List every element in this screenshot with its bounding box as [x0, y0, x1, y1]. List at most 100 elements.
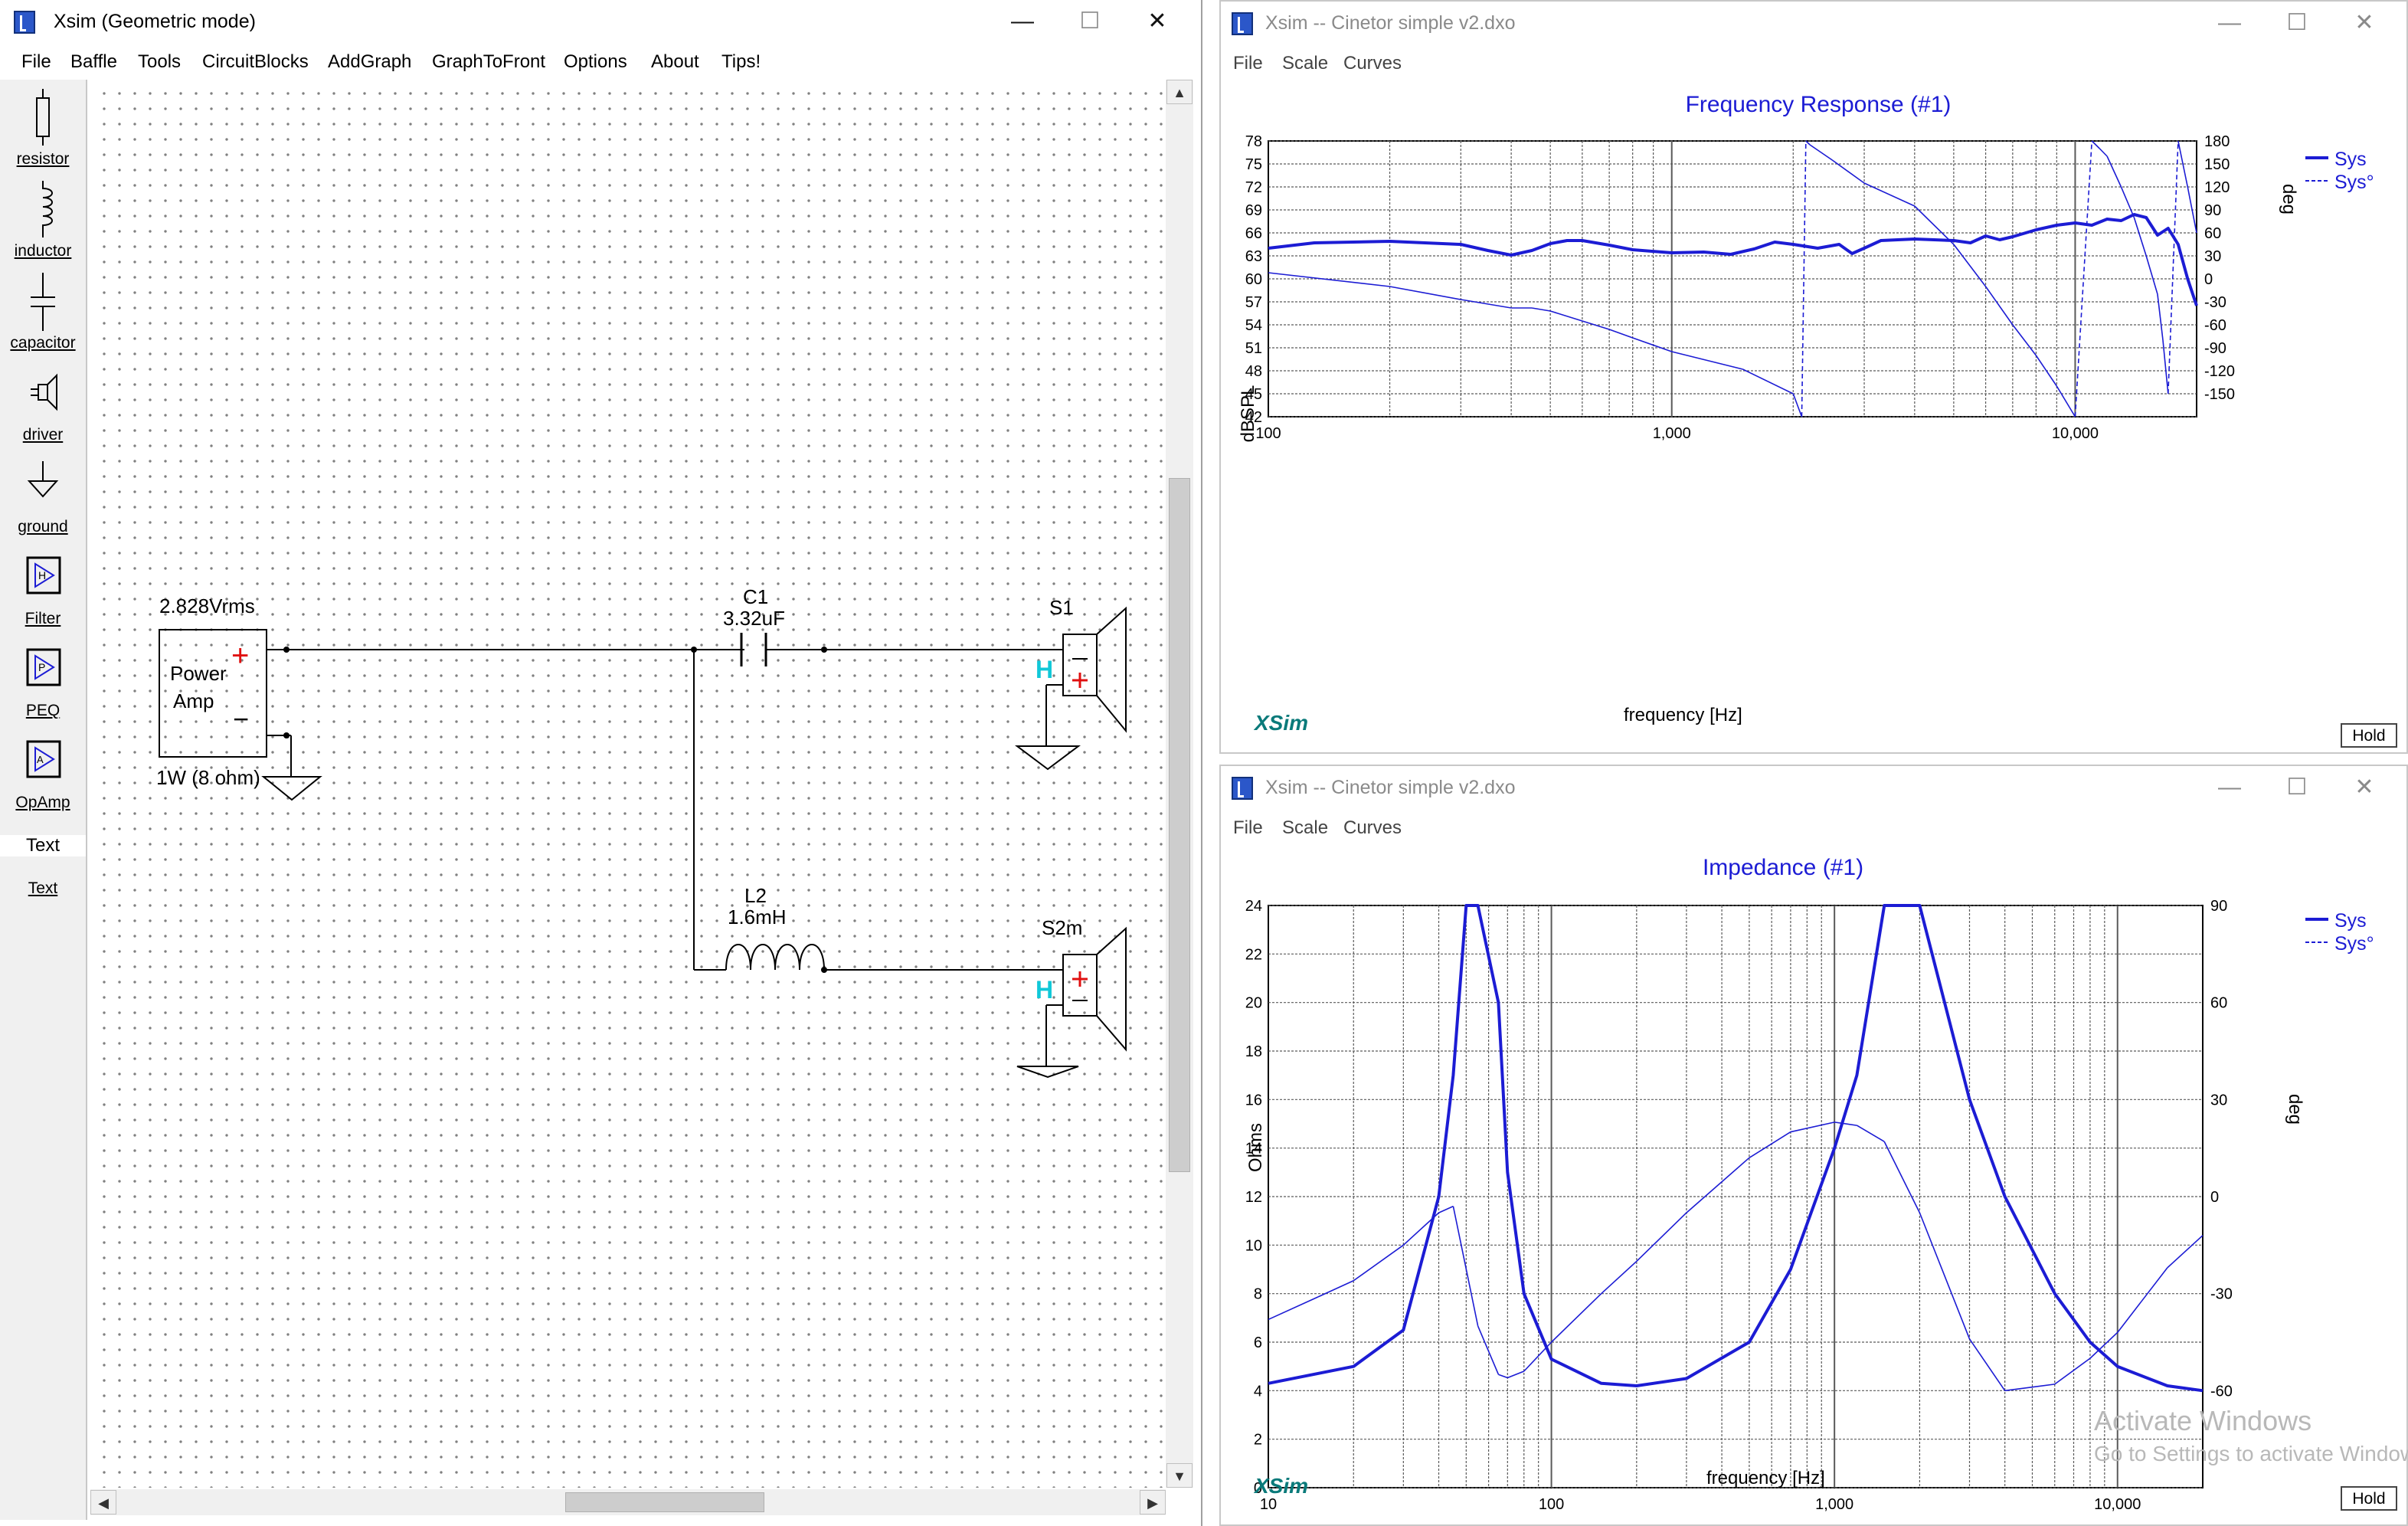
imp-maximize-button[interactable]: ☐ [2270, 771, 2324, 804]
amp-minus-sign: − [233, 703, 250, 735]
imp-legend-sys: Sys [2334, 910, 2367, 932]
tool-resistor[interactable]: resistor [0, 87, 86, 173]
freq-y-tick-label: 60 [1245, 271, 1262, 288]
freq-y-tick-label: 75 [1245, 156, 1262, 173]
imp-y-tick-label: 2 [1254, 1432, 1262, 1449]
imp-xsim-brand: XSim [1255, 1474, 1309, 1498]
imp-y2-tick-label: 60 [2210, 995, 2227, 1012]
tool-peq[interactable]: P PEQ [0, 639, 86, 725]
main-titlebar[interactable]: Xsim (Geometric mode) — ☐ ✕ [0, 0, 1201, 47]
imp-y-tick-label: 6 [1254, 1334, 1262, 1351]
tool-ground[interactable]: ground [0, 455, 86, 541]
freq-x-tick-label: 100 [1255, 425, 1281, 442]
s1-driver-cone [1096, 606, 1127, 733]
l2-symbol [725, 944, 825, 971]
tool-peq-label: PEQ [25, 702, 61, 719]
freq-x-axis-label: frequency [Hz] [1624, 705, 1742, 725]
freq-legend-sys: Sys [2334, 149, 2367, 170]
imp-y-tick-label: 10 [1245, 1237, 1262, 1254]
imp-y-tick-label: 24 [1245, 898, 1262, 915]
canvas-horizontal-scrollbar[interactable]: ◀ ▶ [90, 1489, 1166, 1515]
imp-menu-curves[interactable]: Curves [1343, 817, 1402, 839]
menu-tools[interactable]: Tools [138, 51, 181, 73]
menu-about[interactable]: About [651, 51, 699, 73]
freq-close-button[interactable]: ✕ [2338, 6, 2391, 40]
menu-file[interactable]: File [21, 51, 51, 73]
freq-hold-button[interactable]: Hold [2341, 723, 2397, 748]
amp-plus-sign: + [231, 639, 250, 673]
freq-y-axis-label: dBSPL [1238, 385, 1258, 443]
tool-capacitor[interactable]: capacitor [0, 271, 86, 357]
maximize-button[interactable]: ☐ [1063, 5, 1117, 38]
freq-y2-tick-label: 120 [2204, 179, 2230, 196]
horizontal-scroll-thumb[interactable] [565, 1492, 764, 1512]
s2m-name-label: S2m [1042, 916, 1083, 939]
freq-y-tick-label: 63 [1245, 248, 1262, 265]
freq-y-tick-label: 78 [1245, 133, 1262, 150]
menu-graphtofront[interactable]: GraphToFront [432, 51, 545, 73]
freq-menu-file[interactable]: File [1233, 53, 1263, 74]
freq-minimize-button[interactable]: — [2203, 6, 2256, 40]
tool-driver-label: driver [22, 426, 64, 444]
tool-capacitor-label: capacitor [10, 334, 76, 352]
freq-y-tick-label: 51 [1245, 340, 1262, 357]
imp-window-title: Xsim -- Cinetor simple v2.dxo [1265, 777, 1516, 798]
menu-addgraph[interactable]: AddGraph [328, 51, 411, 73]
freq-menubar: File Scale Curves [1221, 49, 2406, 80]
imp-chart-title: Impedance (#1) [1702, 855, 1864, 880]
imp-y2-tick-label: 90 [2210, 898, 2227, 915]
imp-legend-sys-phase: Sys° [2334, 933, 2374, 955]
freq-window-title: Xsim -- Cinetor simple v2.dxo [1265, 12, 1516, 34]
scroll-left-button[interactable]: ◀ [90, 1490, 116, 1515]
freq-y-tick-label: 69 [1245, 202, 1262, 219]
imp-minimize-button[interactable]: — [2203, 771, 2256, 804]
tool-driver[interactable]: driver [0, 363, 86, 449]
inductor-icon [42, 181, 53, 237]
imp-titlebar[interactable]: Xsim -- Cinetor simple v2.dxo — ☐ ✕ [1221, 766, 2406, 814]
imp-app-icon [1232, 777, 1253, 800]
freq-y2-tick-label: 90 [2204, 202, 2221, 219]
imp-close-button[interactable]: ✕ [2338, 771, 2391, 804]
tool-filter-label: Filter [25, 610, 61, 627]
freq-y2-tick-label: -90 [2204, 340, 2226, 357]
scroll-down-button[interactable]: ▼ [1166, 1463, 1193, 1488]
imp-y2-tick-label: -30 [2210, 1286, 2233, 1303]
source-voltage-label: 2.828Vrms [159, 594, 255, 617]
tool-resistor-label: resistor [16, 150, 70, 168]
opamp-icon: A [26, 740, 61, 778]
freq-y-tick-label: 57 [1245, 294, 1262, 311]
freq-titlebar[interactable]: Xsim -- Cinetor simple v2.dxo — ☐ ✕ [1221, 2, 2406, 49]
freq-y-tick-label: 66 [1245, 225, 1262, 242]
freq-maximize-button[interactable]: ☐ [2270, 6, 2324, 40]
tool-filter[interactable]: H Filter [0, 547, 86, 633]
freq-y2-axis-label: deg [2279, 183, 2299, 215]
vertical-scroll-thumb[interactable] [1169, 478, 1190, 1172]
schematic-canvas[interactable]: 2.828Vrms Power Amp + − 1W (8 ohm) C1 3.… [90, 80, 1164, 1488]
tool-text[interactable]: Text Text [0, 830, 86, 907]
freq-menu-scale[interactable]: Scale [1282, 53, 1328, 74]
imp-menu-scale[interactable]: Scale [1282, 817, 1328, 839]
close-button[interactable]: ✕ [1130, 5, 1184, 38]
svg-text:H: H [38, 569, 46, 581]
imp-x-axis-label: frequency [Hz] [1706, 1468, 1825, 1488]
menu-baffle[interactable]: Baffle [70, 51, 117, 73]
scroll-up-button[interactable]: ▲ [1166, 80, 1193, 104]
imp-y-tick-label: 4 [1254, 1383, 1262, 1400]
tool-inductor[interactable]: inductor [0, 179, 86, 265]
capacitor-icon [31, 273, 55, 331]
menu-options[interactable]: Options [564, 51, 627, 73]
minimize-button[interactable]: — [996, 5, 1049, 38]
canvas-vertical-scrollbar[interactable]: ▲ ▼ [1166, 80, 1193, 1488]
imp-hold-button[interactable]: Hold [2341, 1486, 2397, 1511]
freq-legend-sys-phase: Sys° [2334, 172, 2374, 193]
l2-name-label: L2 [744, 884, 767, 907]
freq-y2-tick-label: 60 [2204, 225, 2221, 242]
imp-y-tick-label: 16 [1245, 1092, 1262, 1108]
freq-menu-curves[interactable]: Curves [1343, 53, 1402, 74]
menu-tips[interactable]: Tips! [721, 51, 761, 73]
freq-y-tick-label: 54 [1245, 317, 1262, 334]
imp-menu-file[interactable]: File [1233, 817, 1263, 839]
scroll-right-button[interactable]: ▶ [1140, 1490, 1166, 1515]
tool-opamp[interactable]: A OpAmp [0, 731, 86, 817]
menu-circuitblocks[interactable]: CircuitBlocks [202, 51, 309, 73]
